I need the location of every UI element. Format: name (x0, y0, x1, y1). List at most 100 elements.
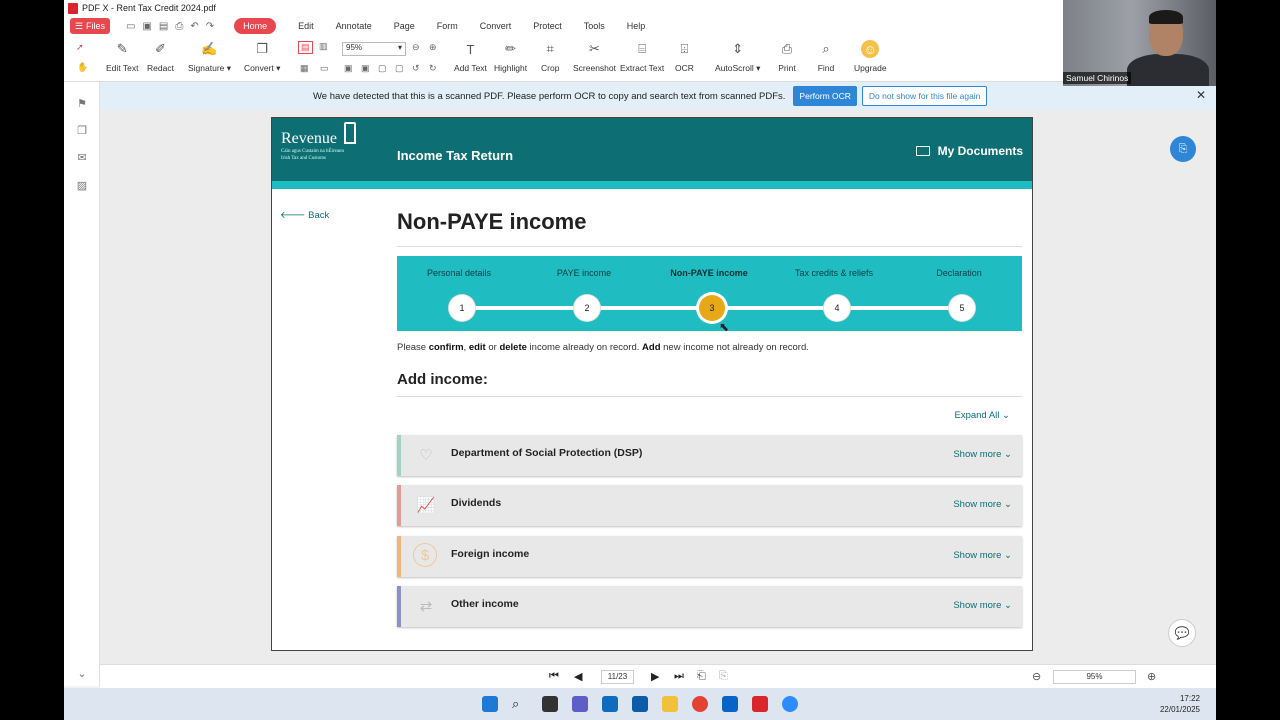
income-card-dividends[interactable]: 📈 Dividends Show more ⌄ (397, 485, 1022, 526)
menu-help[interactable]: Help (627, 21, 646, 31)
edit-text-button[interactable]: ✎ Edit Text (106, 40, 138, 73)
print-button[interactable]: ⎙ Print (778, 40, 796, 73)
bookmark-icon[interactable]: ⚑ (75, 96, 89, 110)
actual-size-icon[interactable]: ▢ (378, 63, 387, 74)
two-page-icon[interactable]: ▥ (319, 41, 328, 52)
print-icon[interactable]: ⎙ (175, 21, 183, 32)
system-clock[interactable]: 17:22 22/01/2025 (1160, 693, 1200, 715)
app-icon[interactable] (602, 696, 618, 712)
next-page-icon[interactable]: ▶ (651, 670, 659, 683)
windows-start-icon[interactable] (482, 696, 498, 712)
zoom-in-icon[interactable]: ⊕ (1147, 670, 1156, 683)
zoom-input[interactable]: 95% (1053, 670, 1136, 684)
crop-icon: ⌗ (546, 41, 554, 56)
previous-page-icon[interactable]: ◀ (574, 670, 582, 683)
zoom-out-icon[interactable]: ⊖ (412, 42, 420, 53)
first-page-icon[interactable]: ⏮ (549, 670, 559, 683)
show-more-link[interactable]: Show more ⌄ (953, 449, 1012, 460)
rotate-left-icon[interactable]: ↺ (412, 63, 420, 74)
page-forward-icon[interactable]: ⎘ (719, 670, 728, 683)
income-card-dsp[interactable]: ♡ Department of Social Protection (DSP) … (397, 435, 1022, 476)
file-explorer-icon[interactable] (662, 696, 678, 712)
convert-button[interactable]: ❐ Convert ▾ (244, 40, 280, 74)
select-cursor-icon[interactable]: ➚ (76, 42, 84, 53)
upgrade-button[interactable]: ☺ Upgrade (854, 40, 887, 73)
save-as-icon[interactable]: ▤ (159, 21, 168, 32)
page-back-icon[interactable]: ⎗ (697, 670, 706, 683)
menu-page[interactable]: Page (394, 21, 415, 31)
expand-all-link[interactable]: Expand All ⌄ (954, 410, 1010, 421)
chrome-icon[interactable] (692, 696, 708, 712)
step-circle-4[interactable]: 4 (824, 295, 850, 321)
back-link[interactable]: 🡐 Back (280, 210, 329, 221)
zoom-app-icon[interactable] (782, 696, 798, 712)
clock-date: 22/01/2025 (1159, 705, 1200, 714)
show-more-link[interactable]: Show more ⌄ (953, 550, 1012, 561)
signature-button[interactable]: ✍ Signature ▾ (188, 40, 231, 74)
zoom-out-icon[interactable]: ⊖ (1032, 670, 1041, 683)
page-number-input[interactable]: 11/23 (601, 670, 634, 684)
task-view-icon[interactable] (542, 696, 558, 712)
image-icon[interactable]: ▨ (75, 178, 89, 192)
assistant-float-button[interactable]: 💬 (1168, 619, 1196, 647)
do-not-show-button[interactable]: Do not show for this file again (861, 86, 988, 106)
menu-protect[interactable]: Protect (533, 21, 562, 31)
translate-float-button[interactable]: ⎘ (1170, 136, 1196, 162)
card-accent-bar (397, 586, 401, 627)
scroll-view-icon[interactable]: ▭ (320, 63, 329, 74)
zoom-select[interactable]: 95% ▾ (342, 42, 406, 56)
thumbnails-icon[interactable]: ❐ (75, 123, 89, 137)
files-button[interactable]: ☰ Files (70, 18, 110, 34)
rotate-right-icon[interactable]: ↻ (429, 63, 437, 74)
show-more-link[interactable]: Show more ⌄ (953, 499, 1012, 510)
crop-button[interactable]: ⌗ Crop (541, 40, 559, 73)
menu-form[interactable]: Form (437, 21, 458, 31)
show-more-link[interactable]: Show more ⌄ (953, 600, 1012, 611)
redact-button[interactable]: ✐ Redact (147, 40, 174, 73)
autoscroll-button[interactable]: ⇕ AutoScroll ▾ (715, 40, 760, 74)
menu-convert[interactable]: Convert (480, 21, 512, 31)
comments-icon[interactable]: ✉ (75, 150, 89, 164)
marquee-zoom-icon[interactable]: ▢ (395, 63, 404, 74)
store-icon[interactable] (632, 696, 648, 712)
menu-annotate[interactable]: Annotate (336, 21, 372, 31)
step-circle-3-current[interactable]: 3 (699, 295, 725, 321)
search-icon[interactable]: ⌕ (512, 696, 528, 712)
screenshot-button[interactable]: ✂ Screenshot (573, 40, 616, 73)
step-circle-1[interactable]: 1 (449, 295, 475, 321)
windows-taskbar: ⌕ 17:22 22/01/2025 (64, 688, 1216, 720)
extract-text-button[interactable]: ⌸ Extract Text (620, 40, 664, 73)
zoom-in-icon[interactable]: ⊕ (429, 42, 437, 53)
step-circle-5[interactable]: 5 (949, 295, 975, 321)
close-icon[interactable]: ✕ (1196, 88, 1206, 102)
perform-ocr-button[interactable]: Perform OCR (793, 86, 857, 106)
income-card-foreign[interactable]: $ Foreign income Show more ⌄ (397, 536, 1022, 577)
outlook-icon[interactable] (722, 696, 738, 712)
fit-page-icon[interactable]: ▣ (361, 63, 370, 74)
teams-icon[interactable] (572, 696, 588, 712)
grid-view-icon[interactable]: ▦ (300, 63, 309, 74)
menu-tools[interactable]: Tools (584, 21, 605, 31)
single-page-icon[interactable]: ▤ (298, 41, 313, 54)
step-circle-2[interactable]: 2 (574, 295, 600, 321)
autoscroll-label: AutoScroll ▾ (715, 63, 761, 73)
undo-icon[interactable]: ↶ (190, 21, 198, 32)
open-folder-icon[interactable]: ▭ (126, 21, 135, 32)
chevron-down-icon[interactable]: ⌄ (75, 666, 89, 680)
fit-width-icon[interactable]: ▣ (344, 63, 353, 74)
hand-tool-icon[interactable]: ✋ (77, 62, 88, 73)
ocr-button[interactable]: ⌹ OCR (675, 40, 694, 73)
save-icon[interactable]: ▣ (142, 21, 151, 32)
last-page-icon[interactable]: ⏭ (674, 670, 684, 683)
find-button[interactable]: ⌕ Find (817, 40, 835, 73)
webcam-participant-name: Samuel Chirinos (1063, 72, 1132, 84)
my-documents-link[interactable]: My Documents (915, 144, 1023, 158)
pdf-x-taskbar-icon[interactable] (752, 696, 768, 712)
highlight-button[interactable]: ✏ Highlight (494, 40, 527, 73)
arrow-left-icon: 🡐 (280, 210, 309, 221)
redo-icon[interactable]: ↷ (206, 21, 214, 32)
menu-edit[interactable]: Edit (298, 21, 314, 31)
add-text-button[interactable]: T Add Text (454, 40, 487, 74)
income-card-other[interactable]: ⇄ Other income Show more ⌄ (397, 586, 1022, 627)
menu-home[interactable]: Home (234, 18, 277, 34)
